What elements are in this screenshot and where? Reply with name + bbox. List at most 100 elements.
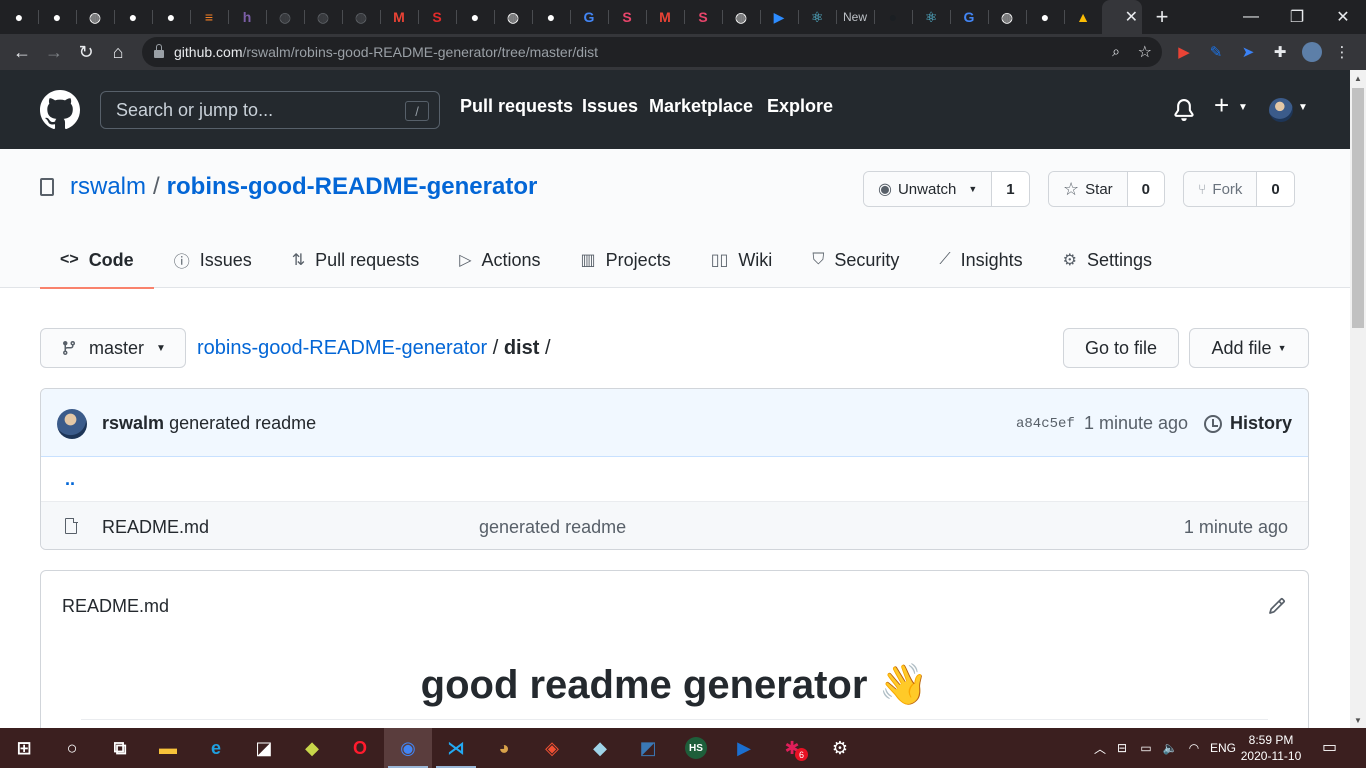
watch-count[interactable]: 1 xyxy=(992,172,1029,206)
file-commit-message[interactable]: generated readme xyxy=(479,517,626,538)
browser-tab[interactable]: ◍ xyxy=(304,0,342,34)
taskbar-media-player-button[interactable]: ▶ xyxy=(720,728,768,768)
browser-tab[interactable]: ● xyxy=(532,0,570,34)
browser-tab[interactable]: ◍ xyxy=(988,0,1026,34)
browser-tab[interactable]: ◍ xyxy=(266,0,304,34)
page-scrollbar[interactable]: ▲ ▼ xyxy=(1350,70,1366,728)
browser-tab[interactable]: ▶ xyxy=(760,0,798,34)
window-close-button[interactable]: ✕ xyxy=(1320,0,1366,34)
browser-tab[interactable]: S xyxy=(418,0,456,34)
taskbar-cortana-search-button[interactable]: ○ xyxy=(48,728,96,768)
profile-avatar[interactable] xyxy=(1296,34,1328,70)
fork-count[interactable]: 0 xyxy=(1257,172,1294,206)
commit-sha[interactable]: a84c5ef xyxy=(1016,416,1075,432)
lock-icon[interactable] xyxy=(154,44,164,58)
repo-name-link[interactable]: robins-good-README-generator xyxy=(167,173,538,201)
taskbar-settings-button[interactable]: ⚙ xyxy=(816,728,864,768)
browser-tab[interactable]: ● xyxy=(1026,0,1064,34)
browser-tab[interactable]: ● xyxy=(456,0,494,34)
browser-tab[interactable]: G xyxy=(950,0,988,34)
browser-tab[interactable]: ⚛ xyxy=(912,0,950,34)
taskbar-mysql-workbench-button[interactable]: ◩ xyxy=(624,728,672,768)
taskbar-edge-button[interactable]: e xyxy=(192,728,240,768)
taskbar-app-button[interactable]: ◆ xyxy=(576,728,624,768)
browser-tab[interactable]: ◍ xyxy=(494,0,532,34)
edit-pencil-icon[interactable] xyxy=(1268,597,1286,615)
browser-tab[interactable]: ● xyxy=(152,0,190,34)
browser-tab[interactable]: ◍ xyxy=(722,0,760,34)
chrome-menu-icon[interactable]: ⋮ xyxy=(1326,34,1358,70)
notification-center-icon[interactable]: ▭ xyxy=(1322,737,1337,757)
bookmark-star-icon[interactable]: ☆ xyxy=(1138,42,1152,62)
nav-pull-requests[interactable]: Pull requests xyxy=(460,96,573,117)
browser-tab[interactable]: S xyxy=(684,0,722,34)
language-indicator[interactable]: ENG xyxy=(1206,741,1240,755)
taskbar-git-button[interactable]: ◈ xyxy=(528,728,576,768)
browser-tab[interactable]: ● xyxy=(0,0,38,34)
taskbar-hs-button[interactable]: HS xyxy=(672,728,720,768)
browser-tab[interactable]: S xyxy=(608,0,646,34)
breadcrumb-repo-link[interactable]: robins-good-README-generator xyxy=(197,337,487,359)
github-search-input[interactable]: Search or jump to... / xyxy=(100,91,440,129)
repo-tab-settings[interactable]: ⚙ Settings xyxy=(1043,232,1172,288)
tray-battery-icon[interactable]: ▭ xyxy=(1134,741,1158,755)
repo-tab-issues[interactable]: ⓘ Issues xyxy=(154,232,272,288)
tab-close-icon[interactable]: ✕ xyxy=(1125,7,1138,27)
browser-tab[interactable]: ◍ xyxy=(76,0,114,34)
parent-directory-link[interactable]: .. xyxy=(41,457,1308,502)
nav-explore[interactable]: Explore xyxy=(767,96,833,117)
browser-tab[interactable]: ≡ xyxy=(190,0,228,34)
repo-tab-actions[interactable]: ▷ Actions xyxy=(439,232,560,288)
repo-tab-security[interactable]: ⛉ Security xyxy=(792,232,919,288)
repo-tab-code[interactable]: <> Code xyxy=(40,232,154,289)
chevron-down-icon[interactable]: ▼ xyxy=(1238,102,1248,113)
file-name-link[interactable]: README.md xyxy=(102,517,209,538)
taskbar-opera-button[interactable]: O xyxy=(336,728,384,768)
reload-button[interactable]: ↻ xyxy=(70,34,102,70)
extension-pen-icon[interactable]: ✎ xyxy=(1200,34,1232,70)
taskbar-vscode-button[interactable]: ⋊ xyxy=(432,728,480,768)
taskbar-app-button[interactable]: ◆ xyxy=(288,728,336,768)
extensions-puzzle-icon[interactable]: ✚ xyxy=(1264,34,1296,70)
go-to-file-button[interactable]: Go to file xyxy=(1063,328,1179,368)
history-link[interactable]: History xyxy=(1204,413,1292,434)
scroll-down-arrow-icon[interactable]: ▼ xyxy=(1350,712,1366,728)
tray-wifi-icon[interactable]: ◠ xyxy=(1182,741,1206,755)
repo-tab-pull-requests[interactable]: ⇅ Pull requests xyxy=(272,232,439,288)
taskbar-slack-button[interactable]: ✱ 6 xyxy=(768,728,816,768)
repo-tab-projects[interactable]: ▥ Projects xyxy=(561,232,691,288)
taskbar-paint-button[interactable]: ◕ xyxy=(480,728,528,768)
browser-tab[interactable]: M xyxy=(380,0,418,34)
nav-issues[interactable]: Issues xyxy=(582,96,638,117)
github-logo-icon[interactable] xyxy=(40,90,80,130)
repo-tab-insights[interactable]: ⟋ Insights xyxy=(919,232,1042,288)
star-button[interactable]: ☆ Star xyxy=(1049,172,1128,206)
commit-message[interactable]: generated readme xyxy=(169,413,316,433)
browser-tab[interactable]: ● xyxy=(114,0,152,34)
tray-network-icon[interactable]: ⊟ xyxy=(1110,741,1134,755)
repo-tab-wiki[interactable]: ▯▯ Wiki xyxy=(691,232,793,288)
avatar-chevron-down-icon[interactable]: ▼ xyxy=(1298,102,1308,113)
tray-volume-icon[interactable]: 🔈 xyxy=(1158,741,1182,755)
commit-author-avatar[interactable] xyxy=(57,409,87,439)
browser-tab[interactable]: h xyxy=(228,0,266,34)
taskbar-task-view-button[interactable]: ⧉ xyxy=(96,728,144,768)
extension-send-icon[interactable]: ➤ xyxy=(1232,34,1264,70)
minimize-button[interactable]: — xyxy=(1228,0,1274,34)
nav-marketplace[interactable]: Marketplace xyxy=(649,96,753,117)
browser-tab[interactable]: New xyxy=(836,0,874,34)
commit-author-link[interactable]: rswalm xyxy=(102,413,164,433)
browser-tab[interactable]: ▲ xyxy=(1064,0,1102,34)
tray-chevron-up-icon[interactable]: ︿ xyxy=(1090,740,1110,757)
browser-tab[interactable]: M xyxy=(646,0,684,34)
forward-button[interactable]: → xyxy=(38,34,70,70)
browser-tab[interactable]: ◍ xyxy=(342,0,380,34)
taskbar-chrome-button[interactable]: ◉ xyxy=(384,728,432,768)
taskbar-windows-start-button[interactable]: ⊞ xyxy=(0,728,48,768)
taskbar-sticky-notes-button[interactable]: ◪ xyxy=(240,728,288,768)
back-button[interactable]: ← xyxy=(6,34,38,70)
taskbar-clock[interactable]: 8:59 PM 2020-11-10 xyxy=(1240,732,1302,764)
branch-select-button[interactable]: master ▼ xyxy=(40,328,186,368)
fork-button[interactable]: ⑂ Fork xyxy=(1184,172,1258,206)
restore-button[interactable]: ❐ xyxy=(1274,0,1320,34)
